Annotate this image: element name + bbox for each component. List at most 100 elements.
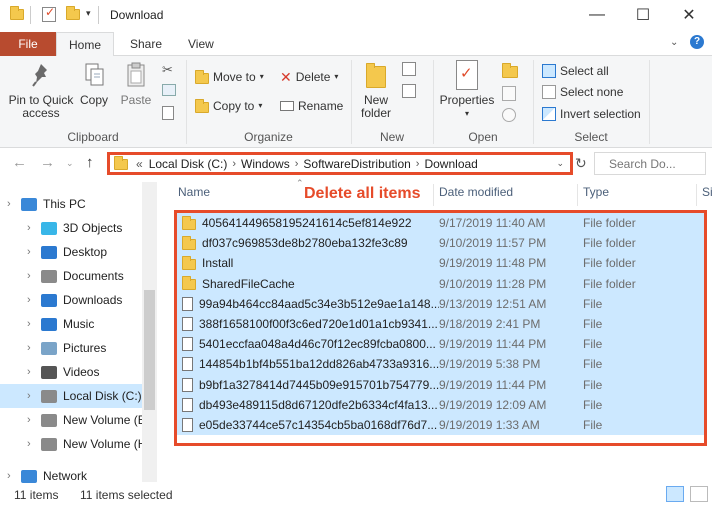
new-folder-label-2: folder [360,106,392,120]
easy-access-icon[interactable] [402,84,416,98]
copy-to-label: Copy to [213,99,255,113]
chevron-down-icon: ▾ [464,109,469,118]
chevron-right-icon[interactable]: › [416,158,420,170]
details-view-icon[interactable] [666,486,684,502]
large-icons-view-icon[interactable] [690,486,708,502]
back-arrow-icon[interactable]: ← [12,154,27,171]
invert-selection-icon [542,107,556,121]
nav-item-pictures[interactable]: › Pictures [0,336,142,360]
paste-shortcut-icon[interactable] [162,106,174,120]
edit-icon[interactable] [502,86,516,101]
breadcrumb-local-disk[interactable]: Local Disk (C:) [149,157,228,171]
rename-button[interactable]: Rename [280,97,343,115]
copy-button[interactable]: Copy [76,60,112,107]
properties-check-icon[interactable]: ✓ [42,5,56,22]
column-divider[interactable] [577,184,578,206]
chevron-right-icon[interactable]: › [27,390,41,402]
close-icon[interactable]: ✕ [666,0,712,30]
chevron-right-icon[interactable]: › [27,366,41,378]
new-folder-button[interactable]: New folder [356,60,396,120]
breadcrumb-download[interactable]: Download [424,157,477,171]
nav-scrollbar-thumb[interactable] [144,290,155,410]
move-to-button[interactable]: Move to ▾ [195,68,264,86]
nav-item-drive[interactable]: › New Volume (H:) [0,432,142,456]
select-none-button[interactable]: Select none [542,83,623,101]
breadcrumb-software-distribution[interactable]: SoftwareDistribution [303,157,410,171]
help-icon[interactable]: ? [690,35,704,49]
address-bar[interactable]: « Local Disk (C:) › Windows › SoftwareDi… [107,152,573,175]
nav-item-3d-objects[interactable]: › 3D Objects [0,216,142,240]
new-folder-icon[interactable] [66,6,80,20]
nav-item-downloads[interactable]: › Downloads [0,288,142,312]
copy-path-icon[interactable] [162,84,176,96]
open-icon[interactable] [502,63,518,78]
nav-item-label: Desktop [63,245,108,259]
chevron-right-icon[interactable]: › [232,158,236,170]
delete-button[interactable]: ✕ Delete ▾ [280,68,338,86]
column-header-name[interactable]: Name [178,185,210,207]
nav-item-drive[interactable]: › Local Disk (C:) [0,384,142,408]
select-all-button[interactable]: Select all [542,62,609,80]
column-header-type[interactable]: Type [583,185,609,207]
breadcrumb-windows[interactable]: Windows [241,157,290,171]
music-icon [41,317,57,331]
tab-share[interactable]: Share [118,32,174,56]
column-divider[interactable] [696,184,697,206]
properties-button[interactable]: ✓ Properties ▾ [438,60,496,120]
computer-icon [21,197,37,211]
ribbon-separator [649,60,650,144]
new-group-label: New [379,130,404,144]
chevron-right-icon[interactable]: › [27,414,41,426]
cut-icon[interactable]: ✂ [162,62,176,77]
pin-to-quick-access-button[interactable]: Pin to Quick access [4,60,78,120]
recent-locations-icon[interactable]: ⌄ [66,158,74,169]
breadcrumb-overflow[interactable]: « [136,157,143,171]
invert-selection-button[interactable]: Invert selection [542,105,641,123]
forward-arrow-icon[interactable]: → [40,154,55,171]
history-icon[interactable] [502,108,516,122]
chevron-right-icon[interactable]: › [7,470,21,482]
copy-to-button[interactable]: Copy to ▾ [195,97,262,115]
new-item-icon[interactable] [402,62,416,76]
videos-icon [41,365,57,379]
refresh-icon[interactable]: ↻ [575,155,587,172]
move-to-label: Move to [213,70,256,84]
chevron-right-icon[interactable]: › [295,158,299,170]
chevron-right-icon[interactable]: › [27,222,41,234]
chevron-right-icon[interactable]: › [27,342,41,354]
navigation-bar: ← → ⌄ ↑ « Local Disk (C:) › Windows › So… [0,150,712,178]
chevron-right-icon[interactable]: › [27,246,41,258]
nav-item-videos[interactable]: › Videos [0,360,142,384]
chevron-right-icon[interactable]: › [27,294,41,306]
chevron-right-icon[interactable]: › [27,318,41,330]
organize-group-label: Organize [244,130,293,144]
chevron-right-icon[interactable]: › [7,198,21,210]
tab-file[interactable]: File [0,32,56,56]
column-header-date-modified[interactable]: Date modified [439,185,513,207]
dropdown-arrow-icon[interactable]: ▾ [86,8,91,19]
search-input[interactable]: Search Do... [594,152,706,175]
nav-item-music[interactable]: › Music [0,312,142,336]
tab-home[interactable]: Home [56,32,115,57]
column-divider[interactable] [433,184,434,206]
address-dropdown-icon[interactable]: ⌄ [556,158,564,169]
nav-item-desktop[interactable]: › Desktop [0,240,142,264]
nav-item-label: Network [43,469,88,483]
minimize-icon[interactable]: — [574,0,620,30]
tab-view[interactable]: View [176,32,226,56]
nav-item-documents[interactable]: › Documents [0,264,142,288]
title-divider-2 [98,6,99,24]
column-header-size[interactable]: Si [702,185,712,207]
delete-label: Delete [295,70,331,84]
nav-item-computer[interactable]: › This PC [0,192,142,216]
collapse-ribbon-icon[interactable]: ⌄ [670,37,678,48]
chevron-right-icon[interactable]: › [27,270,41,282]
downloads-icon [41,293,57,307]
chevron-right-icon[interactable]: › [27,438,41,450]
maximize-icon[interactable]: ☐ [620,0,666,30]
nav-item-network[interactable]: › Network [0,464,142,488]
title-bar: ✓ ▾ Download — ☐ ✕ [0,0,712,32]
paste-button[interactable]: Paste [118,60,154,107]
up-arrow-icon[interactable]: ↑ [86,154,94,171]
nav-item-drive[interactable]: › New Volume (E:) [0,408,142,432]
